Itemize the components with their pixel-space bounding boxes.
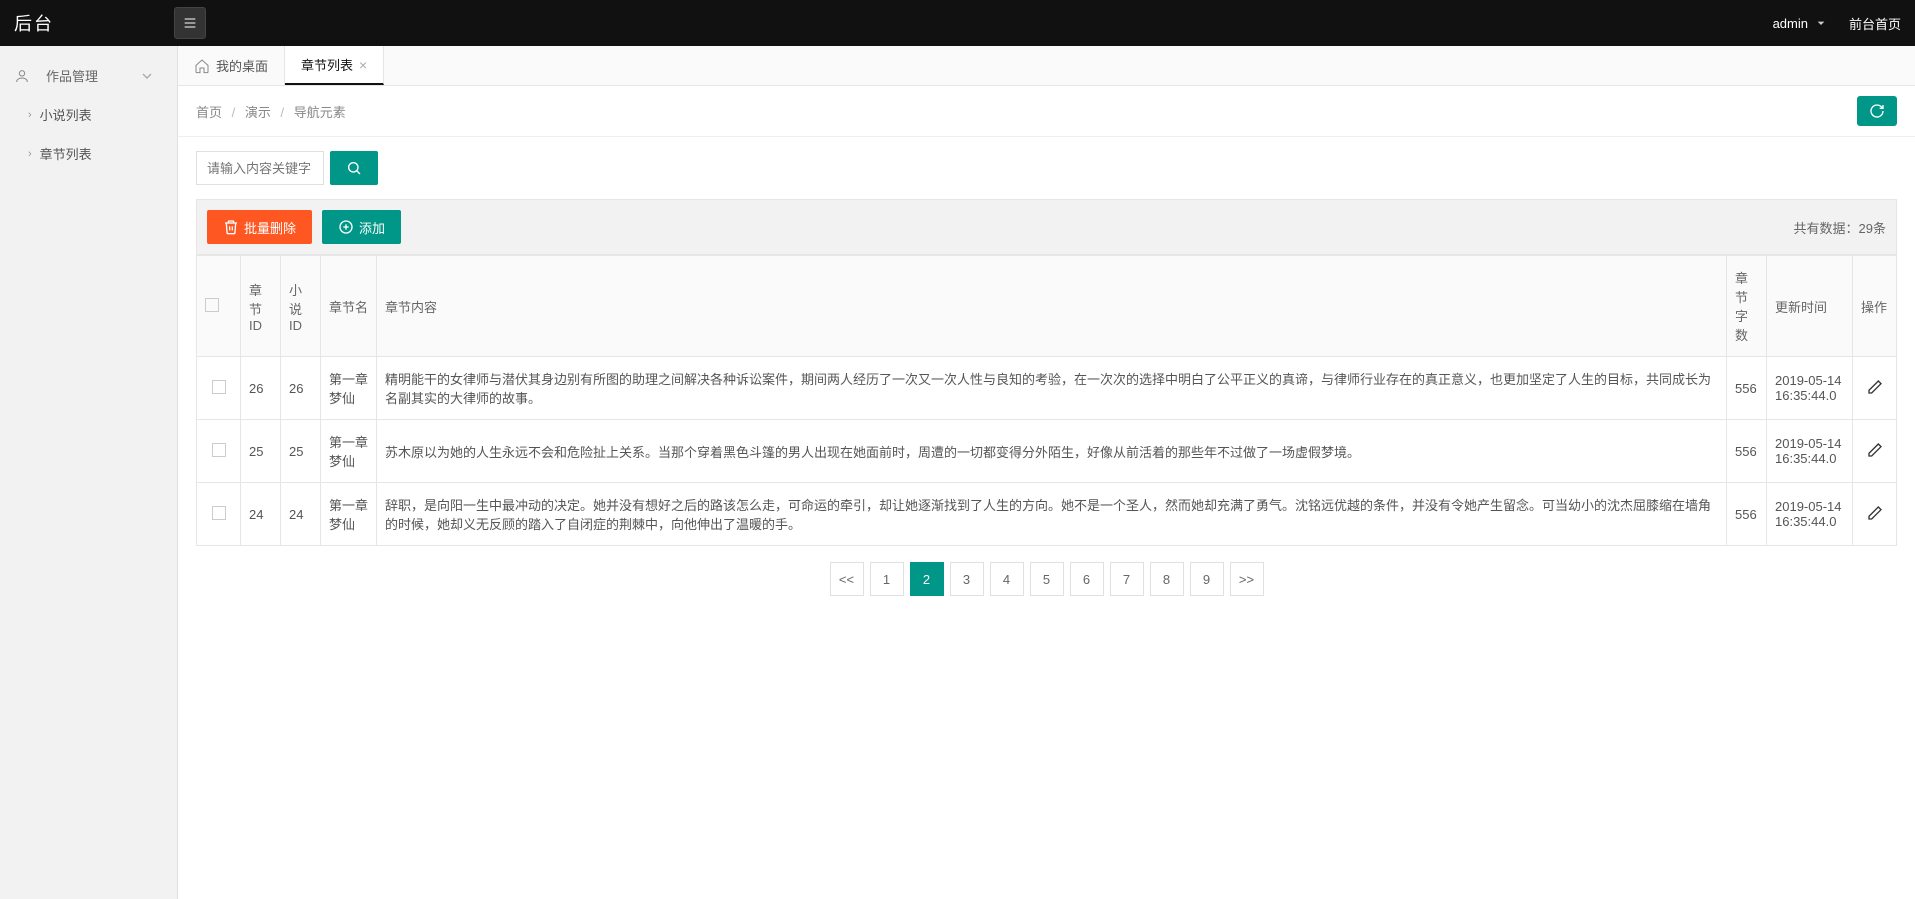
cell-operate	[1853, 483, 1897, 546]
breadcrumb: 首页 / 演示 / 导航元素	[196, 102, 346, 121]
cell-chapter-id: 24	[241, 483, 281, 546]
cell-operate	[1853, 420, 1897, 483]
caret-down-icon	[1813, 15, 1829, 31]
th-novel-id: 小说ID	[281, 256, 321, 357]
th-chapter-name: 章节名	[321, 256, 377, 357]
content: 批量删除 添加 共有数据：29条 章节ID 小说ID 章节名	[178, 137, 1915, 899]
trash-icon	[223, 219, 239, 235]
cell-chapter-id: 26	[241, 357, 281, 420]
menu-toggle-button[interactable]	[174, 7, 206, 39]
toolbar: 批量删除 添加 共有数据：29条	[196, 199, 1897, 255]
cell-word-count: 556	[1727, 357, 1767, 420]
th-operate: 操作	[1853, 256, 1897, 357]
cell-chapter-name: 第一章 梦仙	[321, 483, 377, 546]
search-button[interactable]	[330, 151, 378, 185]
tab-chapter-list[interactable]: 章节列表 ×	[285, 46, 384, 85]
button-label: 批量删除	[244, 218, 296, 237]
page-1[interactable]: 1	[870, 562, 904, 596]
page-7[interactable]: 7	[1110, 562, 1144, 596]
search-input[interactable]	[196, 151, 324, 185]
page-4[interactable]: 4	[990, 562, 1024, 596]
table-row: 2424第一章 梦仙辞职，是向阳一生中最冲动的决定。她并没有想好之后的路该怎么走…	[197, 483, 1897, 546]
breadcrumb-row: 首页 / 演示 / 导航元素	[178, 86, 1915, 137]
cell-update-time: 2019-05-14 16:35:44.0	[1767, 420, 1853, 483]
cell-operate	[1853, 357, 1897, 420]
table-row: 2626第一章 梦仙精明能干的女律师与潜伏其身边别有所图的助理之间解决各种诉讼案…	[197, 357, 1897, 420]
page-prev[interactable]: <<	[830, 562, 864, 596]
cell-novel-id: 25	[281, 420, 321, 483]
page-8[interactable]: 8	[1150, 562, 1184, 596]
breadcrumb-item[interactable]: 演示	[245, 105, 271, 120]
breadcrumb-item[interactable]: 首页	[196, 105, 222, 120]
sidebar-item-chapter-list[interactable]: › 章节列表	[0, 134, 177, 173]
cell-chapter-name: 第一章 梦仙	[321, 420, 377, 483]
user-icon	[14, 68, 30, 84]
edit-icon[interactable]	[1867, 442, 1883, 458]
cell-update-time: 2019-05-14 16:35:44.0	[1767, 483, 1853, 546]
close-icon[interactable]: ×	[359, 57, 367, 73]
cell-novel-id: 26	[281, 357, 321, 420]
checkbox-row[interactable]	[212, 380, 226, 394]
cell-word-count: 556	[1727, 420, 1767, 483]
th-update-time: 更新时间	[1767, 256, 1853, 357]
refresh-button[interactable]	[1857, 96, 1897, 126]
cell-chapter-id: 25	[241, 420, 281, 483]
checkbox-all[interactable]	[205, 298, 219, 312]
chevron-right-icon: ›	[28, 109, 32, 121]
topbar: 后台 admin 前台首页	[0, 0, 1915, 46]
main: 我的桌面 章节列表 × 首页 / 演示 / 导航元素	[178, 46, 1915, 899]
cell-chapter-content: 辞职，是向阳一生中最冲动的决定。她并没有想好之后的路该怎么走，可命运的牵引，却让…	[377, 483, 1727, 546]
cell-update-time: 2019-05-14 16:35:44.0	[1767, 357, 1853, 420]
tab-label: 我的桌面	[216, 56, 268, 75]
tab-label: 章节列表	[301, 55, 353, 74]
checkbox-row[interactable]	[212, 443, 226, 457]
data-table: 章节ID 小说ID 章节名 章节内容 章节字数 更新时间 操作 2626第一章 …	[196, 255, 1897, 546]
breadcrumb-item: 导航元素	[294, 105, 346, 120]
search-icon	[346, 160, 362, 176]
checkbox-row[interactable]	[212, 506, 226, 520]
sidebar-item-novel-list[interactable]: › 小说列表	[0, 95, 177, 134]
sidebar-item-label: 作品管理	[46, 66, 98, 85]
logo: 后台	[14, 10, 174, 36]
pagination: <<123456789>>	[196, 562, 1897, 596]
th-word-count: 章节字数	[1727, 256, 1767, 357]
page-next[interactable]: >>	[1230, 562, 1264, 596]
sidebar: 作品管理 › 小说列表 › 章节列表	[0, 46, 178, 899]
page-3[interactable]: 3	[950, 562, 984, 596]
front-site-link[interactable]: 前台首页	[1849, 14, 1901, 33]
cell-chapter-name: 第一章 梦仙	[321, 357, 377, 420]
tab-desktop[interactable]: 我的桌面	[178, 46, 285, 85]
user-name: admin	[1773, 16, 1808, 31]
sidebar-item-label: 章节列表	[40, 144, 92, 163]
table-header-row: 章节ID 小说ID 章节名 章节内容 章节字数 更新时间 操作	[197, 256, 1897, 357]
hamburger-icon	[182, 15, 198, 31]
tabs: 我的桌面 章节列表 ×	[178, 46, 1915, 86]
page-9[interactable]: 9	[1190, 562, 1224, 596]
chevron-down-icon	[139, 68, 155, 84]
plus-circle-icon	[338, 219, 354, 235]
page-6[interactable]: 6	[1070, 562, 1104, 596]
cell-chapter-content: 苏木原以为她的人生永远不会和危险扯上关系。当那个穿着黑色斗篷的男人出现在她面前时…	[377, 420, 1727, 483]
batch-delete-button[interactable]: 批量删除	[207, 210, 312, 244]
home-icon	[194, 58, 210, 74]
page-5[interactable]: 5	[1030, 562, 1064, 596]
sidebar-item-label: 小说列表	[40, 105, 92, 124]
sidebar-item-works[interactable]: 作品管理	[0, 56, 177, 95]
edit-icon[interactable]	[1867, 379, 1883, 395]
user-menu[interactable]: admin	[1773, 15, 1829, 31]
page-2[interactable]: 2	[910, 562, 944, 596]
refresh-icon	[1869, 103, 1885, 119]
edit-icon[interactable]	[1867, 505, 1883, 521]
th-chapter-content: 章节内容	[377, 256, 1727, 357]
chevron-right-icon: ›	[28, 148, 32, 160]
cell-word-count: 556	[1727, 483, 1767, 546]
cell-novel-id: 24	[281, 483, 321, 546]
th-chapter-id: 章节ID	[241, 256, 281, 357]
table-row: 2525第一章 梦仙苏木原以为她的人生永远不会和危险扯上关系。当那个穿着黑色斗篷…	[197, 420, 1897, 483]
search-row	[196, 151, 1897, 185]
data-count: 共有数据：29条	[1794, 218, 1886, 237]
button-label: 添加	[359, 218, 385, 237]
add-button[interactable]: 添加	[322, 210, 401, 244]
cell-chapter-content: 精明能干的女律师与潜伏其身边别有所图的助理之间解决各种诉讼案件，期间两人经历了一…	[377, 357, 1727, 420]
